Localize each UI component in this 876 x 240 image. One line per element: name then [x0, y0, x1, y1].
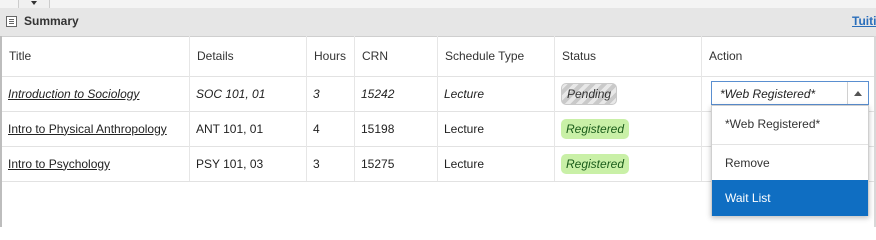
course-title-link[interactable]: Introduction to Sociology — [8, 87, 139, 101]
crn-cell: 15198 — [355, 111, 438, 146]
details-cell: ANT 101, 01 — [190, 111, 307, 146]
status-badge: Registered — [561, 118, 630, 139]
status-badge: Registered — [561, 153, 630, 174]
table-header-row: Title Details Hours CRN Schedule Type St… — [2, 36, 874, 77]
status-cell: Pending — [555, 76, 702, 111]
chevron-up-icon — [854, 91, 862, 96]
title-cell: Introduction to Sociology — [2, 76, 190, 111]
schedule-type-cell: Lecture — [438, 146, 555, 181]
crn-cell: 15275 — [355, 146, 438, 181]
course-title-link[interactable]: Intro to Physical Anthropology — [8, 122, 167, 136]
column-header-crn[interactable]: CRN — [355, 36, 438, 76]
action-dropdown-menu: *Web Registered* Remove Wait List — [711, 105, 869, 216]
option-label: Wait List — [725, 191, 771, 205]
dropdown-arrow-icon — [31, 1, 37, 5]
summary-icon — [6, 16, 17, 27]
status-cell: Registered — [555, 146, 702, 181]
action-select-value: *Web Registered* — [720, 87, 816, 101]
column-header-hours[interactable]: Hours — [307, 36, 355, 76]
column-header-schedule-type[interactable]: Schedule Type — [438, 36, 555, 76]
column-header-details[interactable]: Details — [190, 36, 307, 76]
column-header-title[interactable]: Title — [2, 36, 190, 76]
hours-cell: 4 — [307, 111, 355, 146]
title-cell: Intro to Psychology — [2, 146, 190, 181]
option-web-registered[interactable]: *Web Registered* — [712, 106, 868, 142]
status-cell: Registered — [555, 111, 702, 146]
hours-cell: 3 — [307, 76, 355, 111]
summary-header: Summary Tuiti — [0, 8, 876, 37]
course-title-link[interactable]: Intro to Psychology — [8, 157, 110, 171]
details-cell: PSY 101, 03 — [190, 146, 307, 181]
option-label: Remove — [725, 155, 770, 170]
schedule-type-cell: Lecture — [438, 111, 555, 146]
collapse-toggle[interactable] — [18, 0, 50, 8]
select-toggle[interactable] — [847, 82, 868, 104]
tuition-link[interactable]: Tuiti — [852, 14, 876, 28]
option-wait-list[interactable]: Wait List — [712, 180, 868, 216]
summary-title: Summary — [24, 14, 79, 28]
hours-cell: 3 — [307, 146, 355, 181]
option-remove[interactable]: Remove — [712, 144, 868, 180]
column-header-status[interactable]: Status — [555, 36, 702, 76]
column-header-action[interactable]: Action — [702, 36, 874, 76]
title-cell: Intro to Physical Anthropology — [2, 111, 190, 146]
crn-cell: 15242 — [355, 76, 438, 111]
details-cell: SOC 101, 01 — [190, 76, 307, 111]
action-select[interactable]: *Web Registered* — [711, 81, 869, 105]
option-label: *Web Registered* — [725, 117, 821, 131]
status-badge: Pending — [561, 82, 618, 105]
schedule-type-cell: Lecture — [438, 76, 555, 111]
